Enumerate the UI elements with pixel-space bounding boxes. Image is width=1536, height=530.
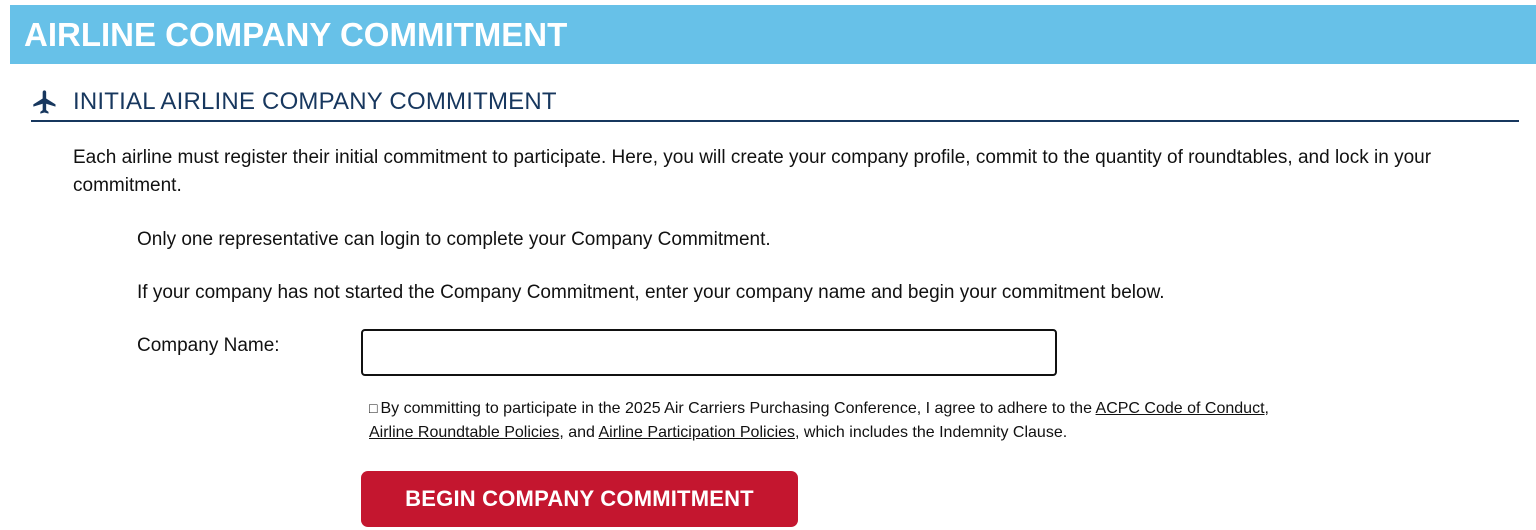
single-representative-note: Only one representative can login to com… — [137, 229, 771, 250]
agreement-separator: , — [1264, 400, 1269, 417]
section-title: INITIAL AIRLINE COMPANY COMMITMENT — [73, 88, 557, 115]
agreement-separator: , and — [559, 424, 599, 441]
intro-text: Each airline must register their initial… — [73, 147, 1432, 196]
airplane-icon — [31, 88, 59, 116]
section-heading: INITIAL AIRLINE COMPANY COMMITMENT — [31, 84, 1519, 122]
company-name-input[interactable] — [361, 329, 1057, 376]
agreement-statement: □ By committing to participate in the 202… — [369, 396, 1299, 445]
page-title: AIRLINE COMPANY COMMITMENT — [24, 15, 568, 53]
agreement-text-start: By committing to participate in the 2025… — [380, 400, 1096, 417]
participation-policies-link[interactable]: Airline Participation Policies — [598, 424, 795, 441]
begin-commitment-button[interactable]: BEGIN COMPANY COMMITMENT — [361, 471, 798, 527]
agreement-text-end: , which includes the Indemnity Clause. — [795, 424, 1068, 441]
page: AIRLINE COMPANY COMMITMENT INITIAL AIRLI… — [0, 0, 1536, 530]
page-header-banner: AIRLINE COMPANY COMMITMENT — [10, 5, 1536, 64]
begin-instructions: If your company has not started the Comp… — [137, 282, 1165, 303]
roundtable-policies-link[interactable]: Airline Roundtable Policies — [369, 424, 559, 441]
company-name-label: Company Name: — [137, 335, 280, 356]
agreement-checkbox[interactable]: □ — [369, 400, 377, 416]
code-of-conduct-link[interactable]: ACPC Code of Conduct — [1096, 400, 1265, 417]
